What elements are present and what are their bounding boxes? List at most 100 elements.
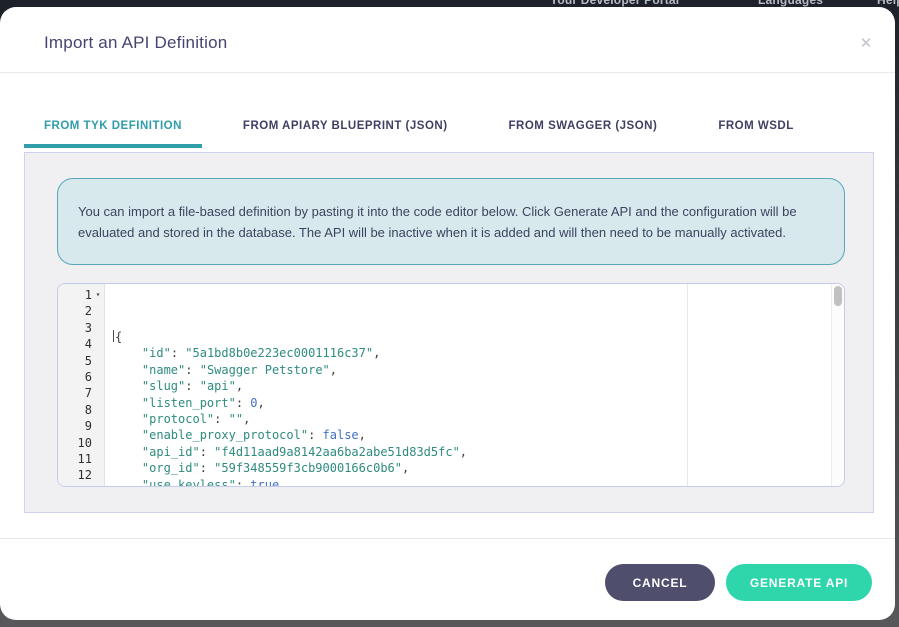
gutter-line-number: 10 <box>58 435 104 451</box>
code-token <box>113 379 142 393</box>
code-token: : <box>236 478 250 486</box>
code-token: : <box>185 379 199 393</box>
code-token: , <box>279 478 286 486</box>
text-cursor <box>113 330 114 342</box>
code-token: "" <box>229 412 243 426</box>
code-token <box>113 412 142 426</box>
gutter-line-number: 3 <box>58 320 104 336</box>
code-line: "slug": "api", <box>113 378 844 394</box>
code-line: "protocol": "", <box>113 411 844 427</box>
gutter-line-number: 7 <box>58 385 104 401</box>
code-token: , <box>258 396 265 410</box>
tab-from-swagger-json[interactable]: FROM SWAGGER (JSON) <box>489 103 678 148</box>
topbar-link: Help <box>877 0 899 7</box>
code-token: "org_id" <box>142 461 200 475</box>
code-token: , <box>236 379 243 393</box>
code-token: "api" <box>200 379 236 393</box>
editor-gutter: 1▾2345678910111213▾ <box>58 284 105 486</box>
editor-scrollbar[interactable] <box>831 284 844 486</box>
code-token: "name" <box>142 363 185 377</box>
code-token: "protocol" <box>142 412 214 426</box>
code-line: "enable_proxy_protocol": false, <box>113 427 844 443</box>
code-token: , <box>359 428 366 442</box>
fold-arrow-icon[interactable]: ▾ <box>92 484 104 487</box>
code-token: : <box>171 346 185 360</box>
code-token <box>113 346 142 360</box>
tab-label: FROM TYK DEFINITION <box>44 120 182 132</box>
info-callout: You can import a file-based definition b… <box>57 178 845 265</box>
modal-title: Import an API Definition <box>44 33 227 53</box>
code-token <box>113 363 142 377</box>
code-line: "listen_port": 0, <box>113 395 844 411</box>
gutter-line-number: 5 <box>58 353 104 369</box>
code-token <box>113 396 142 410</box>
code-token: "Swagger Petstore" <box>200 363 330 377</box>
gutter-line-number: 9 <box>58 418 104 434</box>
fold-arrow-icon[interactable]: ▾ <box>92 287 104 303</box>
gutter-line-number: 12 <box>58 467 104 483</box>
code-token <box>113 445 142 459</box>
code-line: "org_id": "59f348559f3cb9000166c0b6", <box>113 460 844 476</box>
gutter-line-number: 6 <box>58 369 104 385</box>
code-token: : <box>185 363 199 377</box>
code-token: : <box>214 412 228 426</box>
close-icon[interactable]: ✕ <box>855 33 877 55</box>
code-token: "f4d11aad9a8142aa6ba2abe51d83d5fc" <box>214 445 460 459</box>
code-token: false <box>323 428 359 442</box>
gutter-line-number: 11 <box>58 451 104 467</box>
code-token: , <box>243 412 250 426</box>
code-line: "id": "5a1bd8b0e223ec0001116c37", <box>113 345 844 361</box>
gutter-line-number: 8 <box>58 402 104 418</box>
generate-api-button[interactable]: GENERATE API <box>726 564 872 601</box>
print-margin-line <box>687 284 688 486</box>
tab-label: FROM SWAGGER (JSON) <box>509 120 658 132</box>
code-token: "59f348559f3cb9000166c0b6" <box>214 461 402 475</box>
code-token: "5a1bd8b0e223ec0001116c37" <box>185 346 373 360</box>
tab-label: FROM WSDL <box>718 120 793 132</box>
modal-footer: CANCEL GENERATE API <box>605 564 872 601</box>
header-divider <box>0 72 895 73</box>
code-token: , <box>460 445 467 459</box>
code-token: "enable_proxy_protocol" <box>142 428 308 442</box>
code-token: "use_keyless" <box>142 478 236 486</box>
code-editor[interactable]: 1▾2345678910111213▾ { "id": "5a1bd8b0e22… <box>57 283 845 487</box>
gutter-line-number: 1▾ <box>58 287 104 303</box>
topbar-link: Your Developer Portal <box>550 0 679 7</box>
code-token: : <box>200 461 214 475</box>
gutter-line-number: 13▾ <box>58 484 104 487</box>
tab-from-apiary-blueprint-json[interactable]: FROM APIARY BLUEPRINT (JSON) <box>223 103 468 148</box>
cancel-button[interactable]: CANCEL <box>605 564 715 601</box>
tab-from-wsdl[interactable]: FROM WSDL <box>698 103 813 148</box>
tab-panel: You can import a file-based definition b… <box>24 152 874 513</box>
code-token: , <box>373 346 380 360</box>
code-token: , <box>330 363 337 377</box>
code-token: "api_id" <box>142 445 200 459</box>
info-text: You can import a file-based definition b… <box>78 201 824 243</box>
code-line: { <box>113 329 844 345</box>
code-token: : <box>200 445 214 459</box>
code-token: "id" <box>142 346 171 360</box>
tab-from-tyk-definition[interactable]: FROM TYK DEFINITION <box>24 103 202 148</box>
gutter-line-number: 4 <box>58 336 104 352</box>
code-line: "api_id": "f4d11aad9a8142aa6ba2abe51d83d… <box>113 444 844 460</box>
tab-label: FROM APIARY BLUEPRINT (JSON) <box>243 120 448 132</box>
editor-content[interactable]: { "id": "5a1bd8b0e223ec0001116c37", "nam… <box>105 284 844 486</box>
code-line: "use_keyless": true, <box>113 477 844 486</box>
code-line: "name": "Swagger Petstore", <box>113 362 844 378</box>
code-token <box>113 461 142 475</box>
code-token: 0 <box>250 396 257 410</box>
footer-divider <box>0 538 895 539</box>
code-token <box>113 428 142 442</box>
code-token: : <box>236 396 250 410</box>
code-token: , <box>402 461 409 475</box>
code-token: { <box>115 330 122 344</box>
code-token: true <box>250 478 279 486</box>
topbar-link: Languages <box>758 0 823 7</box>
code-token: : <box>308 428 322 442</box>
import-api-modal: Import an API Definition ✕ FROM TYK DEFI… <box>0 7 895 620</box>
editor-scrollbar-thumb[interactable] <box>834 286 842 306</box>
gutter-line-number: 2 <box>58 303 104 319</box>
import-tabs: FROM TYK DEFINITION FROM APIARY BLUEPRINT… <box>24 103 835 148</box>
code-token: "slug" <box>142 379 185 393</box>
code-token <box>113 478 142 486</box>
